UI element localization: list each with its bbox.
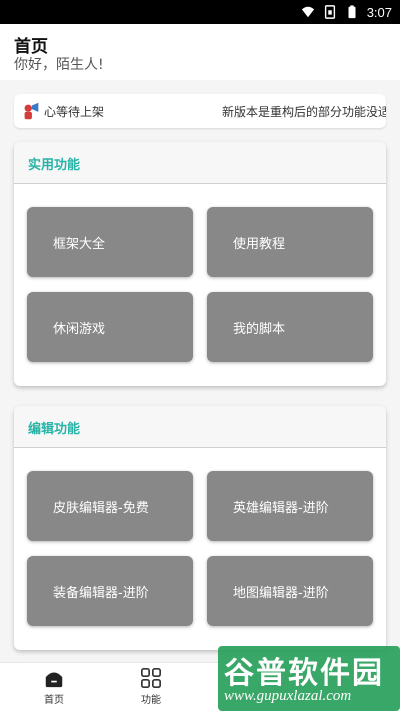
tile-label: 使用教程 <box>233 237 286 252</box>
tile-label: 皮肤编辑器-免费 <box>53 501 149 516</box>
editing-section: 编辑功能 皮肤编辑器-免费 英雄编辑器-进阶 装备编辑器-进阶 地图编辑器-进阶 <box>14 406 386 650</box>
casual-games-button[interactable]: 休闲游戏 <box>27 292 193 362</box>
tile-label: 休闲游戏 <box>53 322 106 337</box>
section-title: 编辑功能 <box>28 422 81 437</box>
greeting-text: 你好，陌生人! <box>14 57 104 73</box>
watermark-url: www.gupuxlazal.com <box>224 688 352 704</box>
home-icon <box>45 672 63 688</box>
tile-label: 地图编辑器-进阶 <box>233 586 329 601</box>
tile-label: 我的脚本 <box>233 322 286 337</box>
nav-label: 首页 <box>44 695 64 706</box>
skin-editor-button[interactable]: 皮肤编辑器-免费 <box>27 471 193 541</box>
tile-label: 装备编辑器-进阶 <box>53 586 149 601</box>
page-header: 首页 你好，陌生人! <box>0 24 400 80</box>
frameworks-button[interactable]: 框架大全 <box>27 207 193 277</box>
practical-section: 实用功能 框架大全 使用教程 休闲游戏 我的脚本 <box>14 142 386 386</box>
section-title: 实用功能 <box>28 158 81 173</box>
nav-functions[interactable]: 功能 <box>121 667 181 709</box>
battery-icon <box>348 5 356 19</box>
map-editor-button[interactable]: 地图编辑器-进阶 <box>207 556 373 626</box>
speaker-icon <box>24 102 39 120</box>
clock: 3:07 <box>366 4 392 20</box>
status-bar: 3:07 <box>0 0 400 24</box>
announcement-text-right: 新版本是重构后的部分功能没适配! <box>222 105 386 119</box>
tile-label: 框架大全 <box>53 237 106 252</box>
watermark: 谷普软件园 www.gupuxlazal.com <box>218 646 400 711</box>
nav-label: 功能 <box>141 695 161 706</box>
tutorial-button[interactable]: 使用教程 <box>207 207 373 277</box>
grid-icon <box>141 668 161 688</box>
announcement-bar[interactable]: 心等待上架 新版本是重构后的部分功能没适配! <box>14 94 386 128</box>
tile-label: 英雄编辑器-进阶 <box>233 501 329 516</box>
sim-icon <box>324 5 335 19</box>
announcement-text-left: 心等待上架 <box>44 105 105 119</box>
equipment-editor-button[interactable]: 装备编辑器-进阶 <box>27 556 193 626</box>
my-scripts-button[interactable]: 我的脚本 <box>207 292 373 362</box>
wifi-icon <box>301 6 314 18</box>
watermark-title: 谷普软件园 <box>224 656 384 691</box>
nav-home[interactable]: 首页 <box>24 667 84 709</box>
hero-editor-button[interactable]: 英雄编辑器-进阶 <box>207 471 373 541</box>
